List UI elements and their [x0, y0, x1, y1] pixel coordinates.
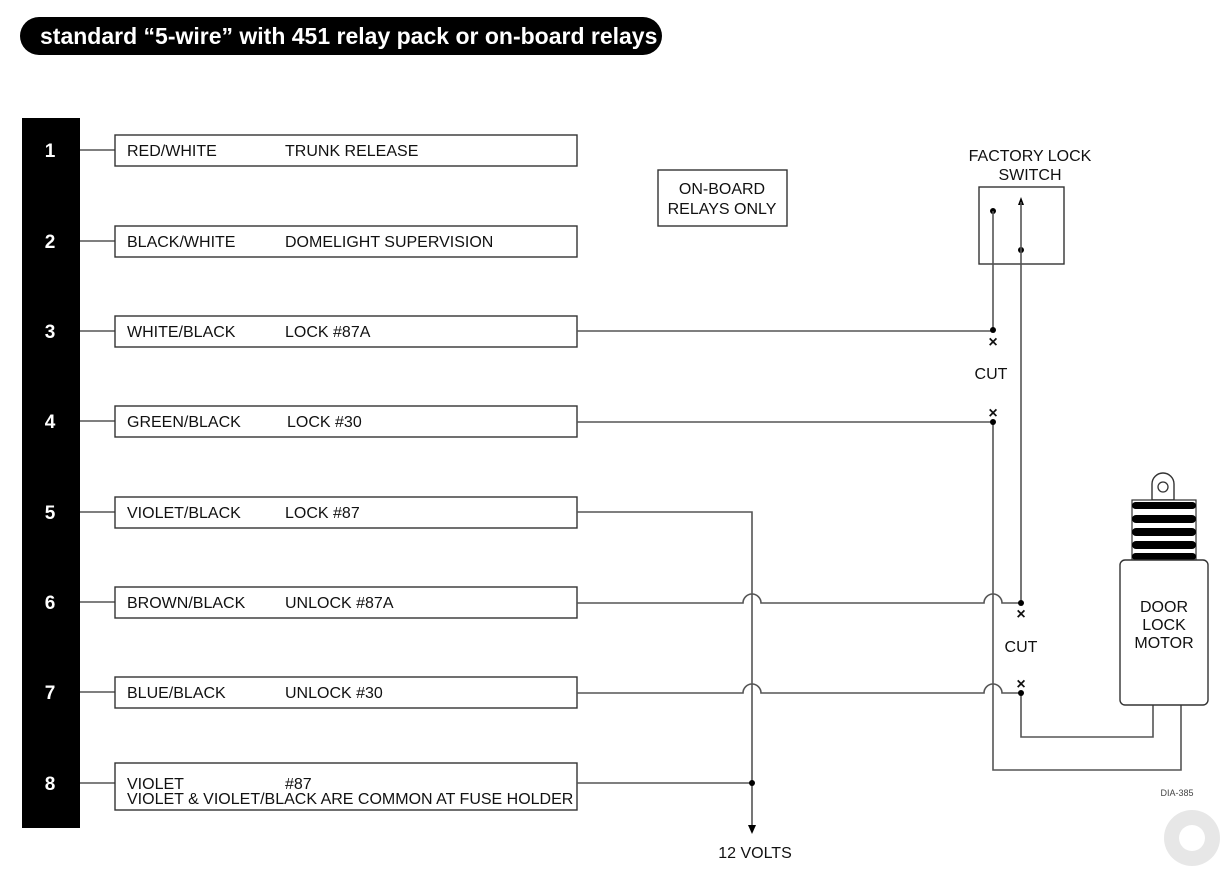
wire-row: 8 VIOLET #87VIOLET & VIOLET/BLACK ARE COMM…	[45, 762, 578, 811]
cut-mark-icon: ×	[988, 334, 997, 351]
door-lock-motor: DOOR LOCK MOTOR	[1119, 472, 1209, 706]
wire-color: WHITE/BLACK	[127, 324, 236, 341]
onboard-note-line1: ON-BOARD	[679, 181, 765, 198]
pin-number: 1	[45, 141, 56, 162]
wire-unlock-30	[577, 683, 1021, 694]
wiring-diagram: standard “5-wire” with 451 relay pack or…	[20, 17, 1220, 866]
factory-switch-label-1: FACTORY LOCK	[969, 148, 1092, 165]
wire-row: 4 GREEN/BLACK LOCK #30	[45, 405, 578, 438]
wire-row: 5 VIOLET/BLACK LOCK #87	[45, 496, 578, 529]
wire-row: 2 BLACK/WHITE DOMELIGHT SUPERVISION	[45, 225, 578, 258]
wire-row: 7 BLUE/BLACK UNLOCK #30	[45, 676, 578, 709]
pin-number: 4	[45, 412, 56, 433]
wire-row: 3 WHITE/BLACK LOCK #87A	[45, 315, 578, 348]
pin-number: 6	[45, 593, 56, 614]
motor-mount-hole	[1157, 481, 1169, 493]
wire-function: UNLOCK #87A	[285, 595, 394, 612]
pin-number: 8	[45, 774, 56, 795]
motor-label-1: DOOR	[1140, 599, 1188, 616]
wire-row: 1 RED/WHITE TRUNK RELEASE	[45, 134, 578, 167]
cut-mark-icon: ×	[1016, 676, 1025, 693]
motor-label-2: LOCK	[1142, 617, 1186, 634]
pin-number: 2	[45, 232, 56, 253]
wire-color: RED/WHITE	[127, 143, 217, 160]
wire-color: BROWN/BLACK	[127, 595, 246, 612]
pin-number: 5	[45, 503, 56, 524]
motor-coil	[1131, 499, 1197, 561]
harness-connector	[22, 118, 80, 828]
watermark-logo	[1164, 810, 1220, 866]
pin-number: 7	[45, 683, 56, 704]
wire-function: LOCK #87A	[285, 324, 371, 341]
wire-function: LOCK #87	[285, 505, 360, 522]
wire-color: BLACK/WHITE	[127, 234, 235, 251]
wire-function: LOCK #30	[287, 414, 362, 431]
wire-unlock-87a	[577, 593, 1021, 604]
wire-note: VIOLET & VIOLET/BLACK ARE COMMON AT FUSE…	[127, 791, 573, 808]
factory-switch-label-2: SWITCH	[998, 167, 1061, 184]
diagram-title: standard “5-wire” with 451 relay pack or…	[40, 23, 657, 49]
cut-label-lock: CUT	[975, 366, 1008, 383]
power-label: 12 VOLTS	[718, 845, 792, 862]
diagram-id: DIA-385	[1160, 788, 1193, 798]
arrow-down-icon	[748, 825, 756, 834]
wire-color: BLUE/BLACK	[127, 685, 226, 702]
pin-number: 3	[45, 322, 56, 343]
cut-mark-icon: ×	[988, 405, 997, 422]
wire-color: VIOLET/BLACK	[127, 505, 241, 522]
onboard-note-line2: RELAYS ONLY	[668, 201, 777, 218]
cut-label-unlock: CUT	[1005, 639, 1038, 656]
junction-dot	[990, 327, 996, 333]
wire-function: TRUNK RELEASE	[285, 143, 418, 160]
motor-label-3: MOTOR	[1134, 635, 1193, 652]
wire-color: GREEN/BLACK	[127, 414, 241, 431]
wire-function: UNLOCK #30	[285, 685, 383, 702]
junction-dot	[749, 780, 755, 786]
wire-lock-87	[577, 511, 753, 828]
cut-mark-icon: ×	[1016, 606, 1025, 623]
wire-function: DOMELIGHT SUPERVISION	[285, 234, 493, 251]
wire-row: 6 BROWN/BLACK UNLOCK #87A	[45, 586, 578, 619]
